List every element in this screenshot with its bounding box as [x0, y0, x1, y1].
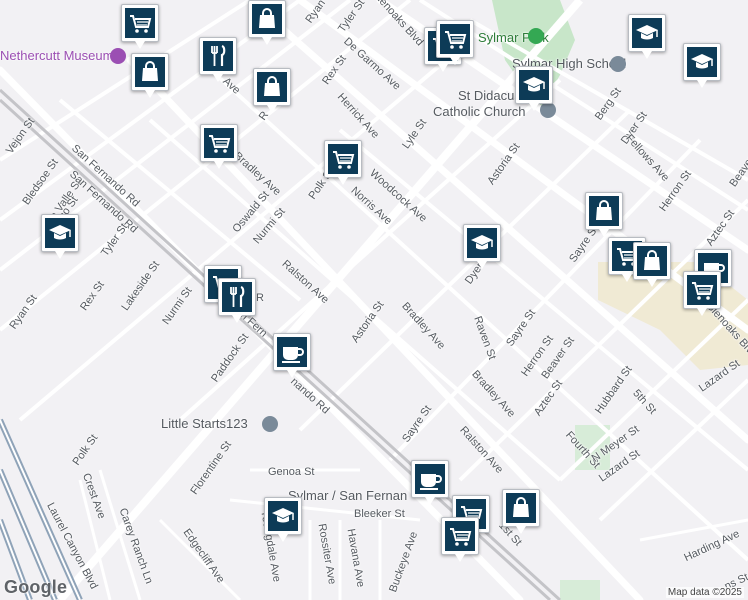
museum-label[interactable]: Nethercutt Museum	[0, 48, 113, 63]
shopping-cart-icon	[125, 8, 155, 38]
map-marker[interactable]	[683, 271, 721, 316]
map-marker[interactable]	[515, 66, 553, 111]
google-logo[interactable]: Google	[4, 577, 67, 598]
shopping-bag-icon	[252, 4, 282, 34]
daycare-icon[interactable]	[262, 416, 278, 432]
school-icon	[519, 70, 549, 100]
shopping-cart-icon	[440, 24, 470, 54]
street-label: Bleeker St	[354, 508, 405, 520]
map-marker[interactable]	[131, 53, 169, 98]
park-area-bottom	[560, 580, 600, 600]
map-marker[interactable]	[585, 192, 623, 237]
shopping-cart-icon	[328, 144, 358, 174]
map-marker[interactable]	[324, 140, 362, 185]
shopping-cart-icon	[204, 128, 234, 158]
shopping-bag-icon	[506, 493, 536, 523]
park-icon[interactable]	[528, 28, 544, 44]
map-marker[interactable]	[502, 489, 540, 534]
school-icon	[45, 218, 75, 248]
shopping-cart-icon	[445, 521, 475, 551]
map-marker[interactable]	[628, 14, 666, 59]
coffee-icon	[415, 464, 445, 494]
daycare-label[interactable]: Little Starts123	[161, 416, 248, 431]
map-canvas[interactable]: Nethercutt Museum Sylmar Park Sylmar Hig…	[0, 0, 748, 600]
shopping-bag-icon	[637, 246, 667, 276]
map-marker[interactable]	[273, 333, 311, 378]
station-label[interactable]: Sylmar / San Fernan	[288, 488, 407, 503]
restaurant-icon	[222, 282, 252, 312]
school-icon	[467, 228, 497, 258]
museum-icon[interactable]	[110, 48, 126, 64]
map-marker[interactable]	[248, 0, 286, 45]
map-attribution: Map data ©2025	[665, 587, 744, 598]
shopping-bag-icon	[257, 72, 287, 102]
map-marker[interactable]	[683, 43, 721, 88]
map-marker[interactable]	[199, 37, 237, 82]
shopping-bag-icon	[589, 196, 619, 226]
map-marker[interactable]	[200, 124, 238, 169]
street-label: Genoa St	[268, 466, 315, 478]
church-label-1[interactable]: St Didacus	[458, 88, 521, 103]
map-marker[interactable]	[218, 278, 256, 323]
map-marker[interactable]	[436, 20, 474, 65]
map-marker[interactable]	[463, 224, 501, 269]
school-poi-icon[interactable]	[610, 56, 626, 72]
map-marker[interactable]	[441, 517, 479, 562]
street-label: R	[256, 292, 264, 304]
school-icon	[632, 18, 662, 48]
shopping-bag-icon	[135, 57, 165, 87]
map-marker[interactable]	[411, 460, 449, 505]
map-marker[interactable]	[121, 4, 159, 49]
restaurant-icon	[203, 41, 233, 71]
school-icon	[687, 47, 717, 77]
map-marker[interactable]	[264, 497, 302, 542]
shopping-cart-icon	[687, 275, 717, 305]
map-marker[interactable]	[41, 214, 79, 259]
map-marker[interactable]	[253, 68, 291, 113]
map-marker[interactable]	[633, 242, 671, 287]
coffee-icon	[277, 337, 307, 367]
church-label-2[interactable]: Catholic Church	[433, 104, 526, 119]
school-icon	[268, 501, 298, 531]
church-icon[interactable]	[540, 102, 556, 118]
